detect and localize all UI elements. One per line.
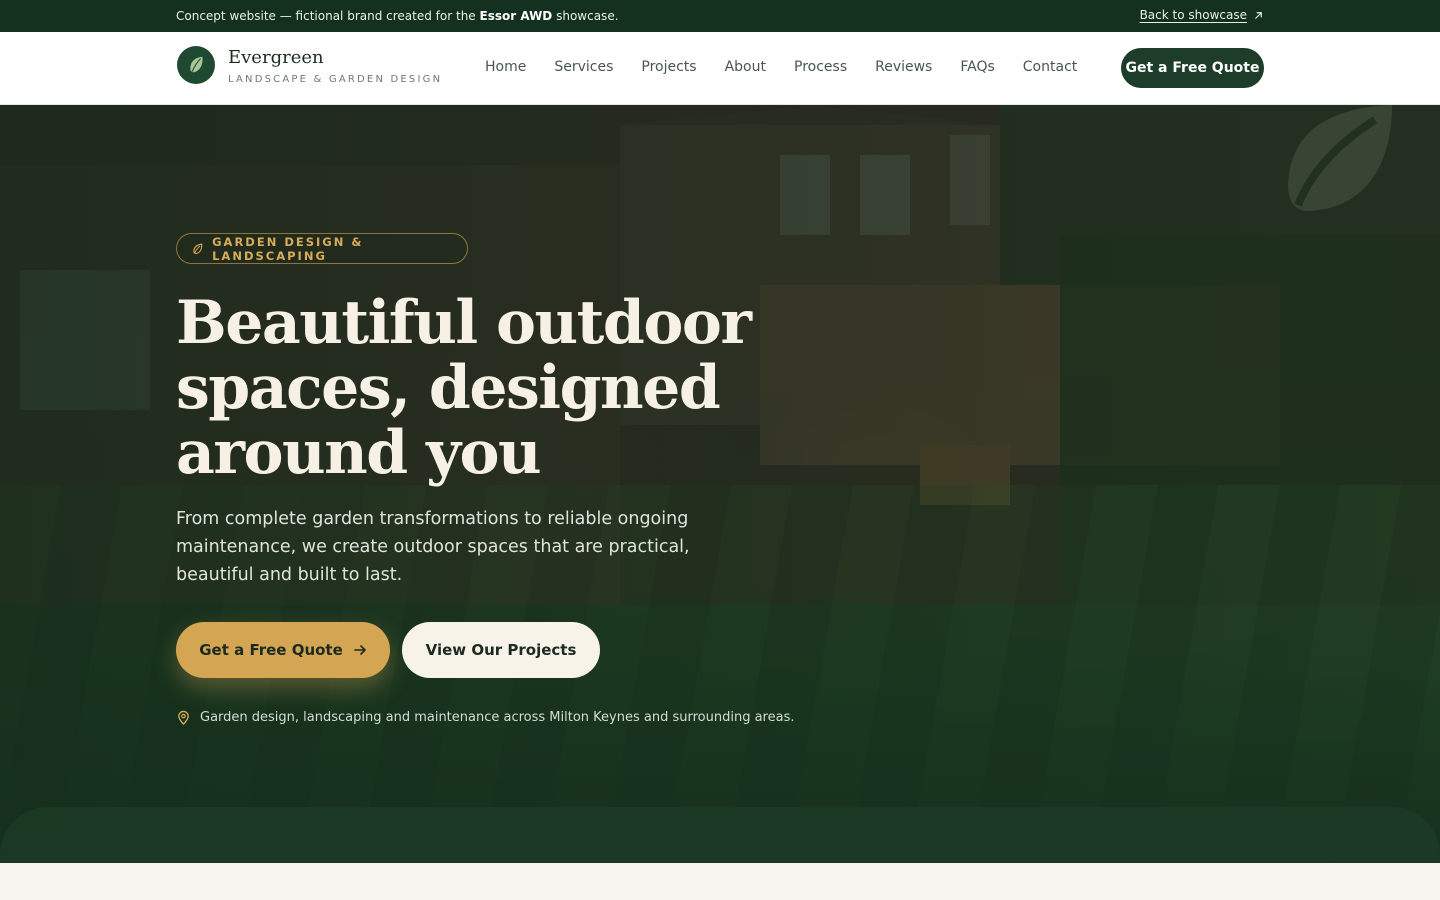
brand-name[interactable]: Evergreen: [228, 47, 324, 68]
hero-section: GARDEN DESIGN & LANDSCAPING Beautiful ou…: [0, 105, 1440, 863]
hero-badge-label: GARDEN DESIGN & LANDSCAPING: [212, 234, 364, 263]
hero-quote-button[interactable]: Get a Free Quote: [176, 622, 390, 678]
back-to-showcase-link[interactable]: Back to showcase: [1140, 8, 1264, 22]
hero-title-line: spaces, designed: [176, 353, 721, 423]
hero-badge: GARDEN DESIGN & LANDSCAPING: [176, 233, 468, 264]
nav-projects[interactable]: Projects: [641, 59, 696, 75]
section-transition-curve: [0, 807, 1440, 863]
leaf-icon: [193, 242, 203, 254]
concept-banner: Concept website — fictional brand create…: [0, 0, 1440, 32]
concept-note-prefix: Concept website — fictional brand create…: [176, 9, 480, 23]
service-area-note: Garden design, landscaping and maintenan…: [176, 710, 794, 725]
decorative-leaf-icon: [1288, 105, 1392, 211]
leaf-icon: [190, 56, 203, 73]
nav-about[interactable]: About: [725, 59, 766, 75]
nav-services[interactable]: Services: [554, 59, 613, 75]
back-to-showcase-label: Back to showcase: [1139, 8, 1247, 22]
main-nav: Home Services Projects About Process Rev…: [485, 59, 1077, 75]
hero-title: Beautiful outdoor spaces, designed aroun…: [176, 291, 796, 486]
arrow-up-right-icon: [1255, 11, 1262, 19]
map-pin-icon: [178, 710, 189, 725]
concept-note-suffix: showcase.: [552, 9, 619, 23]
concept-note-brand: Essor AWD: [479, 9, 553, 23]
nav-contact[interactable]: Contact: [1023, 59, 1077, 75]
hero-quote-button-label: Get a Free Quote: [199, 641, 343, 659]
view-projects-button[interactable]: View Our Projects: [402, 622, 600, 678]
header-quote-button[interactable]: Get a Free Quote: [1121, 48, 1264, 88]
logo[interactable]: [177, 46, 215, 84]
next-section: [0, 863, 1440, 900]
hero-subtitle: From complete garden transformations to …: [176, 509, 690, 585]
nav-home[interactable]: Home: [485, 59, 526, 75]
brand-tagline: LANDSCAPE & GARDEN DESIGN: [228, 74, 443, 85]
concept-note: Concept website — fictional brand create…: [176, 9, 619, 23]
site-header: Evergreen LANDSCAPE & GARDEN DESIGN Home…: [0, 32, 1440, 105]
nav-faqs[interactable]: FAQs: [960, 59, 994, 75]
hero-title-line: Beautiful outdoor: [176, 288, 752, 358]
nav-process[interactable]: Process: [794, 59, 847, 75]
arrow-right-icon: [353, 645, 366, 655]
service-area-text: Garden design, landscaping and maintenan…: [200, 710, 795, 725]
nav-reviews[interactable]: Reviews: [875, 59, 932, 75]
hero-title-line: around you: [176, 418, 542, 488]
